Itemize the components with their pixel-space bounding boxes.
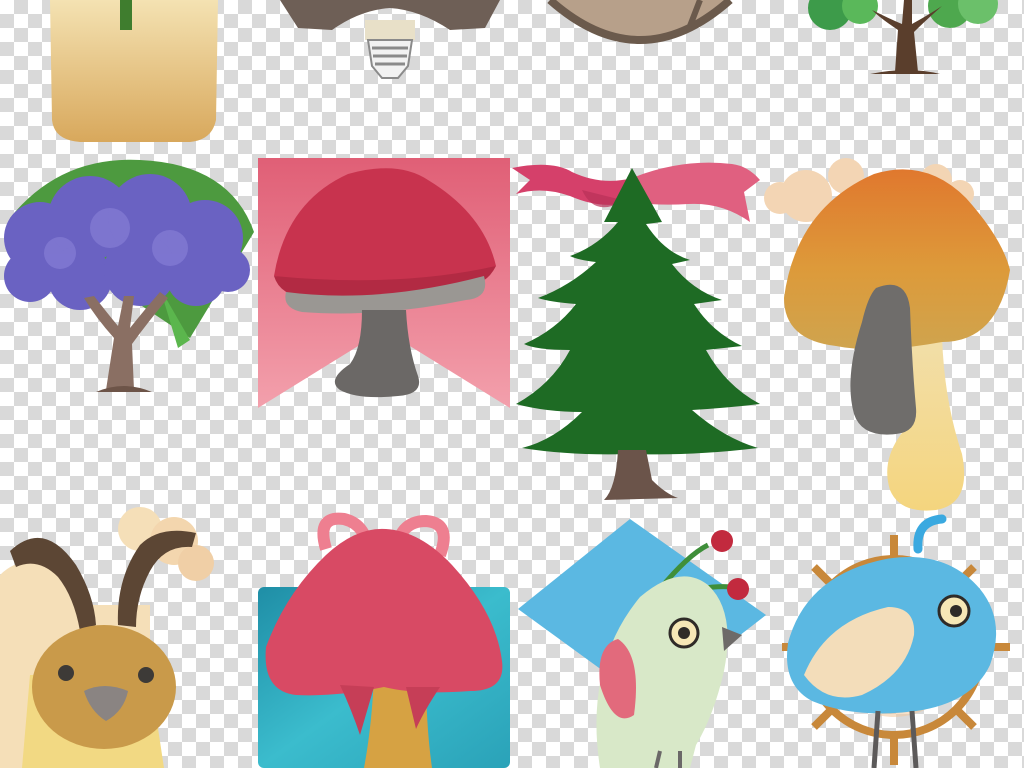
small-tree-icon	[800, 0, 1000, 80]
purple-tree-icon	[0, 158, 260, 394]
blue-bird-wheel-icon	[766, 514, 1016, 768]
candle-jar-icon	[40, 0, 230, 150]
red-mushroom-banner-icon	[258, 158, 510, 410]
light-bulb-icon	[280, 0, 500, 90]
orange-mushroom-icon	[764, 158, 1016, 518]
green-bird-icon	[510, 515, 772, 768]
deer-icon	[0, 507, 214, 768]
ship-wheel-icon	[540, 0, 740, 50]
mushroom-gift-icon	[256, 512, 512, 768]
pine-tree-ribbon-icon	[512, 150, 772, 502]
